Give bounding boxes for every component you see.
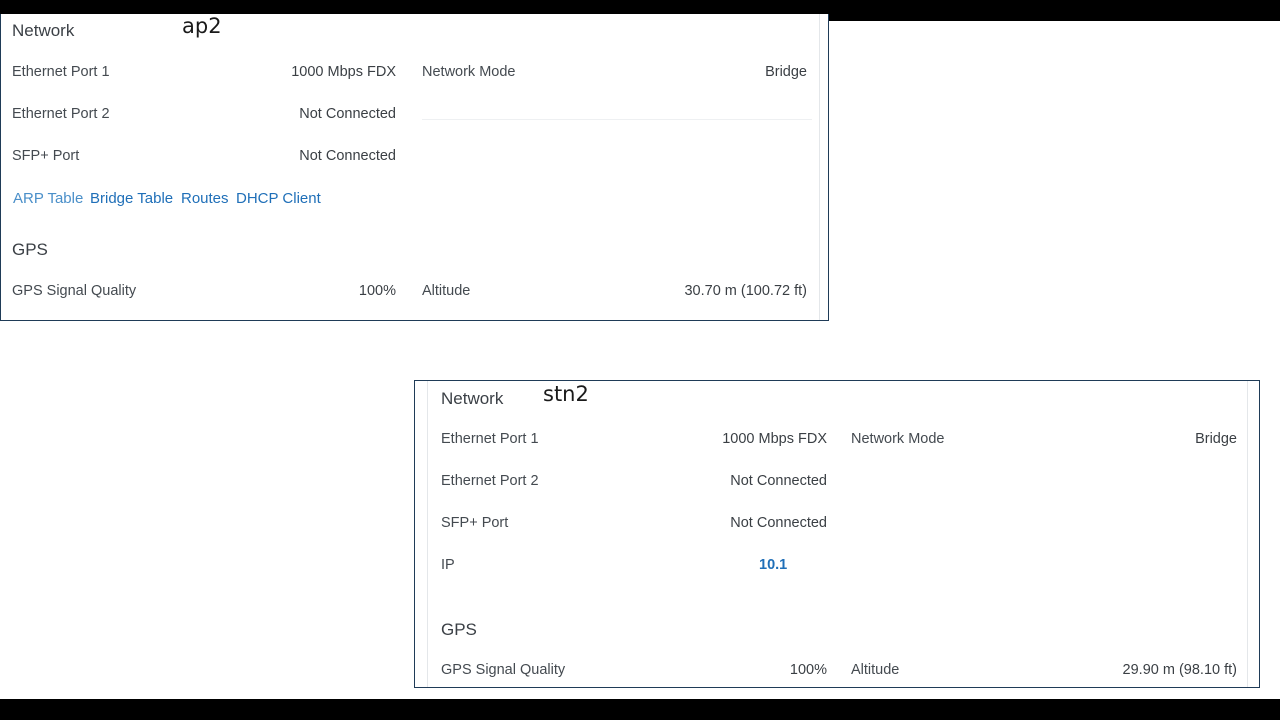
sfp-port-value: Not Connected — [299, 148, 396, 164]
panel-scroll-edge — [819, 14, 820, 320]
network-mode-label: Network Mode — [851, 431, 945, 447]
routes-link[interactable]: Routes — [181, 190, 229, 207]
panel-inner-edge-right — [1247, 381, 1248, 687]
ethernet-port-1-value: 1000 Mbps FDX — [722, 431, 827, 447]
altitude-value: 29.90 m (98.10 ft) — [1122, 662, 1237, 678]
network-mode-label: Network Mode — [422, 64, 516, 80]
network-mode-value: Bridge — [1195, 431, 1237, 447]
sfp-port-label: SFP+ Port — [441, 515, 509, 531]
ethernet-port-1-value: 1000 Mbps FDX — [291, 64, 396, 80]
row-divider — [422, 119, 812, 120]
gps-signal-quality-value: 100% — [358, 283, 396, 299]
network-mode-value: Bridge — [765, 64, 807, 80]
panel-inner-edge-left — [427, 381, 428, 687]
ethernet-port-2-value: Not Connected — [730, 473, 827, 489]
arp-table-link[interactable]: ARP Table — [13, 190, 83, 207]
bridge-table-link[interactable]: Bridge Table — [90, 190, 173, 207]
gps-section-title: GPS — [441, 620, 477, 639]
bottom-black-bar — [0, 699, 1280, 720]
altitude-label: Altitude — [422, 283, 471, 299]
gps-signal-quality-value: 100% — [789, 662, 827, 678]
ethernet-port-1-label: Ethernet Port 1 — [441, 431, 539, 447]
ethernet-port-2-label: Ethernet Port 2 — [12, 106, 110, 122]
stn2-status-panel: Network stn2 Ethernet Port 1 1000 Mbps F… — [414, 380, 1260, 688]
network-section-title: Network — [12, 21, 75, 40]
device-label: stn2 — [543, 382, 589, 406]
gps-signal-quality-label: GPS Signal Quality — [12, 283, 137, 299]
sfp-port-label: SFP+ Port — [12, 148, 80, 164]
ip-value-link[interactable]: 10.1 — [759, 557, 787, 573]
ip-label: IP — [441, 557, 455, 573]
dhcp-client-link[interactable]: DHCP Client — [236, 190, 321, 207]
gps-section-title: GPS — [12, 240, 48, 259]
gps-signal-quality-label: GPS Signal Quality — [441, 662, 566, 678]
device-label: ap2 — [182, 14, 222, 38]
ethernet-port-2-label: Ethernet Port 2 — [441, 473, 539, 489]
ap2-status-panel: Network ap2 Ethernet Port 1 1000 Mbps FD… — [0, 14, 829, 321]
network-section-title: Network — [441, 389, 504, 408]
ethernet-port-2-value: Not Connected — [299, 106, 396, 122]
ethernet-port-1-label: Ethernet Port 1 — [12, 64, 110, 80]
altitude-label: Altitude — [851, 662, 900, 678]
sfp-port-value: Not Connected — [730, 515, 827, 531]
altitude-value: 30.70 m (100.72 ft) — [684, 283, 807, 299]
